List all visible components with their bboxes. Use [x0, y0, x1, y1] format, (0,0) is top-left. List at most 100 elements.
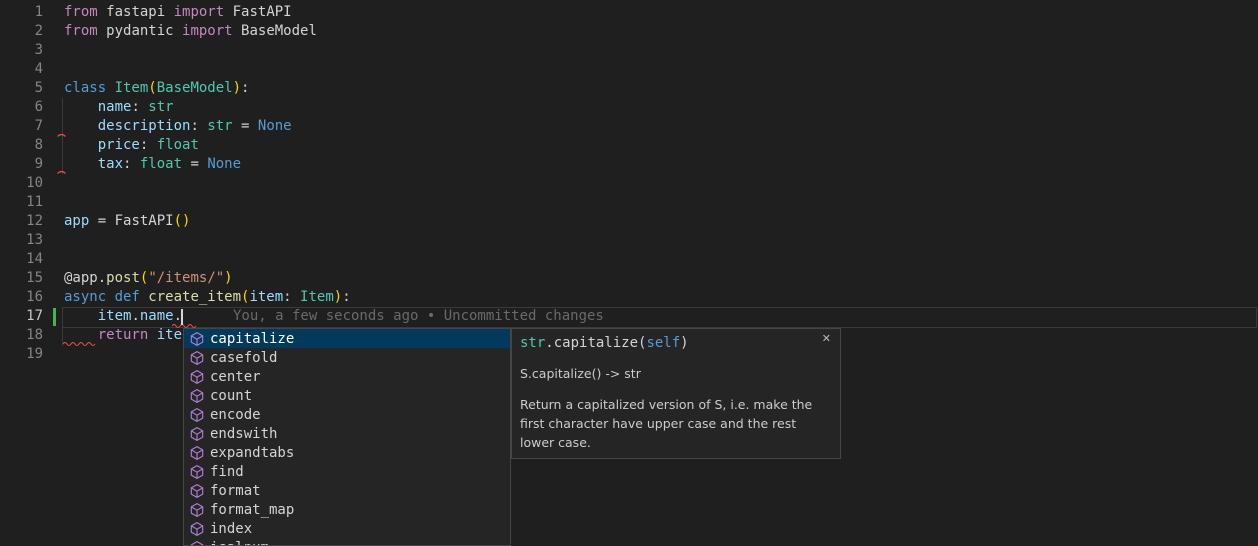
code-text: class Item(BaseModel):: [43, 79, 249, 98]
code-token: ): [233, 80, 241, 96]
autocomplete-list: capitalizecasefoldcentercountencodeendsw…: [184, 329, 510, 546]
code-token: fastapi: [106, 4, 173, 20]
suggestion-item-find[interactable]: find: [184, 462, 510, 481]
code-text: item.name.: [43, 307, 182, 326]
line-number: 5: [0, 79, 43, 98]
code-line: 3: [0, 41, 1258, 60]
autocomplete-dropdown: capitalizecasefoldcentercountencodeendsw…: [183, 328, 511, 546]
suggestion-item-count[interactable]: count: [184, 386, 510, 405]
code-line: 13: [0, 231, 1258, 250]
code-token: :: [123, 156, 140, 172]
code-token: str: [148, 99, 173, 115]
code-token: float: [140, 156, 182, 172]
gutter-modified-indicator: [53, 308, 56, 326]
code-token: :: [140, 137, 157, 153]
line-number: 8: [0, 136, 43, 155]
code-line: 12app = FastAPI(): [0, 212, 1258, 231]
code-token: :: [283, 289, 300, 305]
code-line: 15@app.post("/items/"): [0, 269, 1258, 288]
line-number: 16: [0, 288, 43, 307]
code-line: 6 name: str: [0, 98, 1258, 117]
line-number: 3: [0, 41, 43, 60]
error-squiggle: [57, 169, 67, 175]
code-line: 10: [0, 174, 1258, 193]
git-blame-annotation: You, a few seconds ago • Uncommitted cha…: [233, 307, 604, 326]
method-icon: [189, 350, 205, 366]
line-number: 4: [0, 60, 43, 79]
code-token: BaseModel: [241, 23, 317, 39]
code-text: from pydantic import BaseModel: [43, 22, 317, 41]
code-text: [43, 231, 64, 250]
code-token: str: [520, 335, 545, 351]
code-token: from: [64, 23, 106, 39]
suggestion-label: index: [210, 521, 252, 537]
suggestion-docs-panel: str.capitalize(self) ✕ S.capitalize() ->…: [511, 328, 841, 459]
code-text: app = FastAPI(): [43, 212, 190, 231]
code-token: FastAPI: [233, 4, 292, 20]
code-token: FastAPI: [115, 213, 174, 229]
code-text: name: str: [43, 98, 174, 117]
line-number: 2: [0, 22, 43, 41]
code-token: item: [249, 289, 283, 305]
method-icon: [189, 521, 205, 537]
suggestion-item-isalnum[interactable]: isalnum: [184, 538, 510, 546]
suggestion-item-casefold[interactable]: casefold: [184, 348, 510, 367]
code-token: pydantic: [106, 23, 182, 39]
code-text: [43, 60, 64, 79]
close-icon[interactable]: ✕: [822, 332, 831, 345]
code-lines: 1from fastapi import FastAPI2from pydant…: [0, 3, 1258, 364]
code-token: tax: [98, 156, 123, 172]
text-cursor: [181, 309, 183, 325]
method-icon: [189, 540, 205, 546]
code-editor: { "editor": { "active_line": 17, "blame_…: [0, 0, 1258, 546]
docs-signature: str.capitalize(self): [520, 334, 832, 353]
suggestion-item-index[interactable]: index: [184, 519, 510, 538]
code-token: :: [342, 289, 350, 305]
code-line: 16async def create_item(item: Item):: [0, 288, 1258, 307]
line-number: 10: [0, 174, 43, 193]
method-icon: [189, 464, 205, 480]
code-token: ): [224, 270, 232, 286]
code-token: :: [241, 80, 249, 96]
code-text: [43, 250, 64, 269]
method-icon: [189, 407, 205, 423]
code-token: self: [646, 335, 680, 351]
method-icon: [189, 369, 205, 385]
suggestion-item-expandtabs[interactable]: expandtabs: [184, 443, 510, 462]
line-number: 14: [0, 250, 43, 269]
code-line: 8 price: float: [0, 136, 1258, 155]
line-number: 19: [0, 345, 43, 364]
code-token: @app.: [64, 270, 106, 286]
code-token: [64, 118, 98, 134]
code-token: app: [64, 213, 89, 229]
code-token: from: [64, 4, 106, 20]
code-token: import: [174, 4, 233, 20]
code-token: :: [131, 99, 148, 115]
code-token: price: [98, 137, 140, 153]
code-line: 7 description: str = None: [0, 117, 1258, 136]
suggestion-item-encode[interactable]: encode: [184, 405, 510, 424]
suggestion-item-format[interactable]: format: [184, 481, 510, 500]
suggestion-item-endswith[interactable]: endswith: [184, 424, 510, 443]
line-number: 15: [0, 269, 43, 288]
method-icon: [189, 502, 205, 518]
suggestion-item-format_map[interactable]: format_map: [184, 500, 510, 519]
code-token: .: [131, 308, 139, 324]
code-line: 9 tax: float = None: [0, 155, 1258, 174]
line-number: 7: [0, 117, 43, 136]
code-text: async def create_item(item: Item):: [43, 288, 351, 307]
line-number: 17: [0, 307, 43, 326]
code-text: description: str = None: [43, 117, 292, 136]
code-line: 11: [0, 193, 1258, 212]
suggestion-item-capitalize[interactable]: capitalize: [184, 329, 510, 348]
code-token: =: [89, 213, 114, 229]
line-number: 6: [0, 98, 43, 117]
code-token: None: [207, 156, 241, 172]
method-icon: [189, 483, 205, 499]
code-token: =: [182, 156, 207, 172]
suggestion-item-center[interactable]: center: [184, 367, 510, 386]
code-token: (): [174, 213, 191, 229]
code-token: import: [182, 23, 241, 39]
code-token: post: [106, 270, 140, 286]
code-token: async def: [64, 289, 148, 305]
